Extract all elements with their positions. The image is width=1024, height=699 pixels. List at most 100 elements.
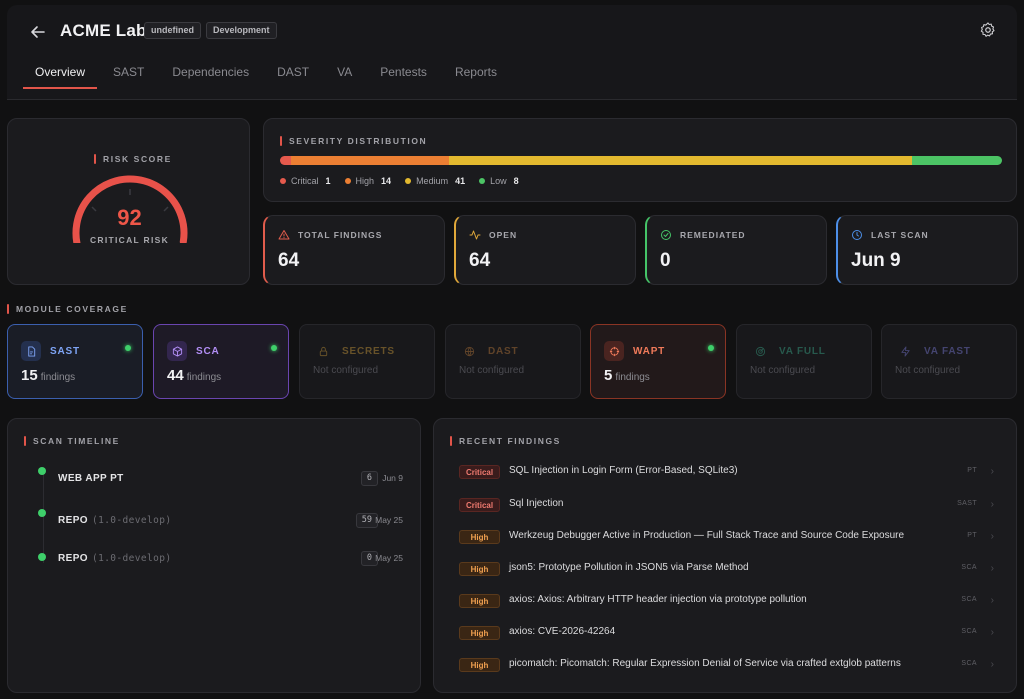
last-scan-label: LAST SCAN	[871, 230, 929, 240]
chevron-right-icon: ›	[990, 659, 994, 670]
lock-icon	[319, 346, 327, 356]
finding-source: PT	[967, 532, 977, 539]
module-name: WAPT	[633, 345, 666, 357]
environment-badge: Development	[206, 22, 277, 39]
module-va-full[interactable]: VA FULL Not configured	[736, 324, 872, 399]
tab-reports[interactable]: Reports	[443, 61, 509, 89]
tab-va[interactable]: VA	[325, 61, 364, 89]
timeline-dot	[38, 553, 46, 561]
finding-source: SCA	[961, 596, 977, 603]
tab-sast[interactable]: SAST	[101, 61, 156, 89]
tab-dast[interactable]: DAST	[265, 61, 321, 89]
chevron-right-icon: ›	[990, 466, 994, 477]
chevron-right-icon: ›	[990, 627, 994, 638]
finding-title: axios: CVE-2026-42264	[509, 626, 616, 637]
finding-title: json5: Prototype Pollution in JSON5 via …	[509, 562, 749, 573]
tab-overview[interactable]: Overview	[23, 61, 98, 89]
gear-icon	[980, 22, 995, 37]
status-dot	[708, 345, 714, 351]
finding-row[interactable]: High axios: Axios: Arbitrary HTTP header…	[459, 594, 994, 612]
module-secrets[interactable]: SECRETS Not configured	[299, 324, 435, 399]
radar-icon	[755, 346, 765, 356]
module-sast[interactable]: SAST 15 findings	[7, 324, 143, 399]
timeline-item[interactable]: REPO (1.0-develop) 0 May 25	[38, 551, 408, 573]
zap-icon	[900, 345, 910, 357]
not-configured-text: Not configured	[895, 365, 961, 376]
settings-button[interactable]	[979, 21, 997, 39]
severity-badge: High	[459, 562, 500, 576]
timeline-item[interactable]: REPO (1.0-develop) 59 May 25	[38, 509, 408, 529]
risk-level-label: CRITICAL RISK	[89, 235, 170, 245]
remediated-card[interactable]: REMEDIATED 0	[645, 215, 827, 285]
timeline-scan-name: REPO (1.0-develop)	[58, 553, 172, 564]
risk-score-label: RISK SCORE	[94, 154, 172, 164]
severity-segment-high	[291, 156, 450, 165]
timeline-dot	[38, 509, 46, 517]
module-findings: 44 findings	[167, 367, 222, 384]
legend-medium: Medium 41	[405, 176, 465, 186]
module-name: SAST	[50, 345, 80, 357]
total-findings-card[interactable]: TOTAL FINDINGS 64	[263, 215, 445, 285]
crosshair-icon	[609, 346, 619, 356]
remediated-value: 0	[660, 250, 671, 271]
finding-source: SCA	[961, 660, 977, 667]
remediated-label: REMEDIATED	[680, 230, 746, 240]
globe-icon	[464, 346, 474, 356]
open-findings-card[interactable]: OPEN 64	[454, 215, 636, 285]
activity-icon	[469, 230, 481, 240]
scan-timeline-label: SCAN TIMELINE	[24, 436, 120, 446]
legend-high: High 14	[344, 176, 391, 186]
top-bar: ACME Lab undefined Development Overview …	[7, 5, 1017, 100]
last-scan-card[interactable]: LAST SCAN Jun 9	[836, 215, 1018, 285]
module-dast[interactable]: DAST Not configured	[445, 324, 581, 399]
module-name: SCA	[196, 345, 220, 357]
module-va-fast[interactable]: VA FAST Not configured	[881, 324, 1017, 399]
status-dot	[271, 345, 277, 351]
module-name: VA FAST	[924, 345, 971, 357]
finding-row[interactable]: High axios: CVE-2026-42264 SCA ›	[459, 626, 994, 644]
finding-title: picomatch: Picomatch: Regular Expression…	[509, 658, 901, 669]
alert-triangle-icon	[278, 230, 290, 240]
finding-source: SCA	[961, 628, 977, 635]
chevron-right-icon: ›	[990, 499, 994, 510]
check-circle-icon	[661, 230, 671, 240]
recent-findings-card: RECENT FINDINGS Critical SQL Injection i…	[433, 418, 1017, 693]
timeline-scan-name: WEB APP PT	[58, 473, 124, 484]
finding-row[interactable]: Critical SQL Injection in Login Form (Er…	[459, 465, 994, 483]
chevron-right-icon: ›	[990, 531, 994, 542]
not-configured-text: Not configured	[459, 365, 525, 376]
chevron-right-icon: ›	[990, 563, 994, 574]
arrow-left-icon	[31, 26, 45, 38]
finding-row[interactable]: Critical Sql Injection SAST ›	[459, 498, 994, 516]
severity-distribution-card: SEVERITY DISTRIBUTION Critical 1 High 14 M…	[263, 118, 1017, 202]
legend-low: Low 8	[479, 176, 519, 186]
severity-badge: High	[459, 626, 500, 640]
finding-row[interactable]: High json5: Prototype Pollution in JSON5…	[459, 562, 994, 580]
timeline-item[interactable]: WEB APP PT 6 Jun 9	[38, 467, 408, 487]
status-dot	[125, 345, 131, 351]
timeline-date: Jun 9	[382, 473, 403, 483]
severity-badge: Critical	[459, 498, 500, 512]
tab-dependencies[interactable]: Dependencies	[160, 61, 261, 89]
page-title: ACME Lab	[60, 21, 147, 40]
severity-distribution-label: SEVERITY DISTRIBUTION	[280, 136, 427, 146]
not-configured-text: Not configured	[750, 365, 816, 376]
module-sca[interactable]: SCA 44 findings	[153, 324, 289, 399]
severity-legend: Critical 1 High 14 Medium 41 Low 8	[280, 176, 519, 186]
severity-segment-medium	[449, 156, 912, 165]
tab-pentests[interactable]: Pentests	[368, 61, 439, 89]
not-configured-text: Not configured	[313, 365, 379, 376]
finding-row[interactable]: High picomatch: Picomatch: Regular Expre…	[459, 658, 994, 676]
severity-badge: High	[459, 530, 500, 544]
last-scan-value: Jun 9	[851, 250, 901, 271]
timeline-date: May 25	[375, 553, 403, 563]
module-coverage-label: MODULE COVERAGE	[7, 304, 128, 314]
module-name: SECRETS	[342, 345, 395, 357]
chevron-right-icon: ›	[990, 595, 994, 606]
back-button[interactable]	[27, 21, 49, 43]
package-icon	[172, 345, 182, 357]
finding-row[interactable]: High Werkzeug Debugger Active in Product…	[459, 530, 994, 548]
finding-title: SQL Injection in Login Form (Error-Based…	[509, 465, 738, 476]
module-wapt[interactable]: WAPT 5 findings	[590, 324, 726, 399]
finding-source: SCA	[961, 564, 977, 571]
